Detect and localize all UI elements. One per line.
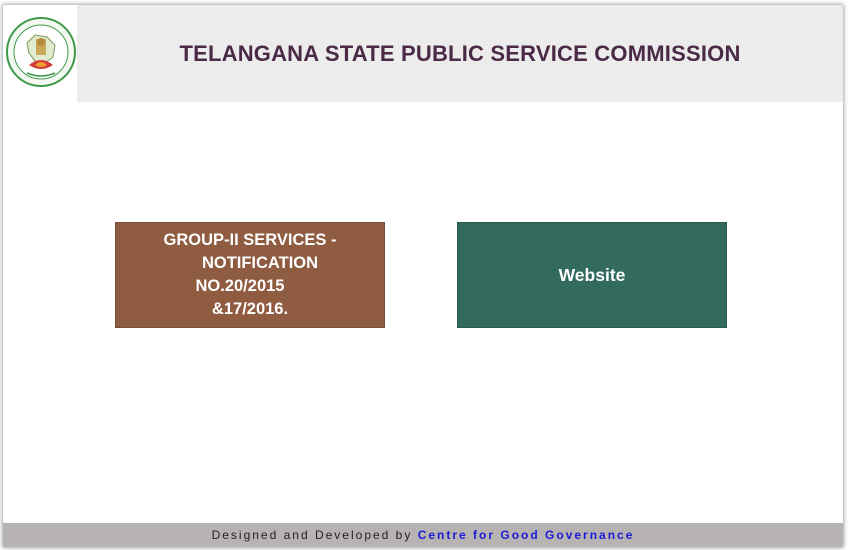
header: TELANGANA STATE PUBLIC SERVICE COMMISSIO… <box>3 5 843 102</box>
page-title: TELANGANA STATE PUBLIC SERVICE COMMISSIO… <box>179 41 741 66</box>
group-ii-notification-button[interactable]: GROUP-II SERVICES - NOTIFICATION NO.20/2… <box>115 222 385 328</box>
website-button-label: Website <box>558 264 626 285</box>
group-ii-line-2: NOTIFICATION NO.20/2015 <box>195 254 319 295</box>
footer: Designed and Developed by Centre for Goo… <box>3 523 843 547</box>
group-ii-notification-label: GROUP-II SERVICES - NOTIFICATION NO.20/2… <box>116 229 384 321</box>
page-frame: TELANGANA STATE PUBLIC SERVICE COMMISSIO… <box>2 4 844 548</box>
cgg-link[interactable]: Centre for Good Governance <box>418 528 635 542</box>
tspsc-emblem-icon <box>6 17 76 87</box>
website-button[interactable]: Website <box>457 222 727 328</box>
logo-container <box>3 5 77 102</box>
group-ii-line-1: GROUP-II SERVICES - <box>163 231 337 249</box>
group-ii-line-3: &17/2016. <box>211 300 289 318</box>
footer-prefix: Designed and Developed by <box>211 528 413 542</box>
